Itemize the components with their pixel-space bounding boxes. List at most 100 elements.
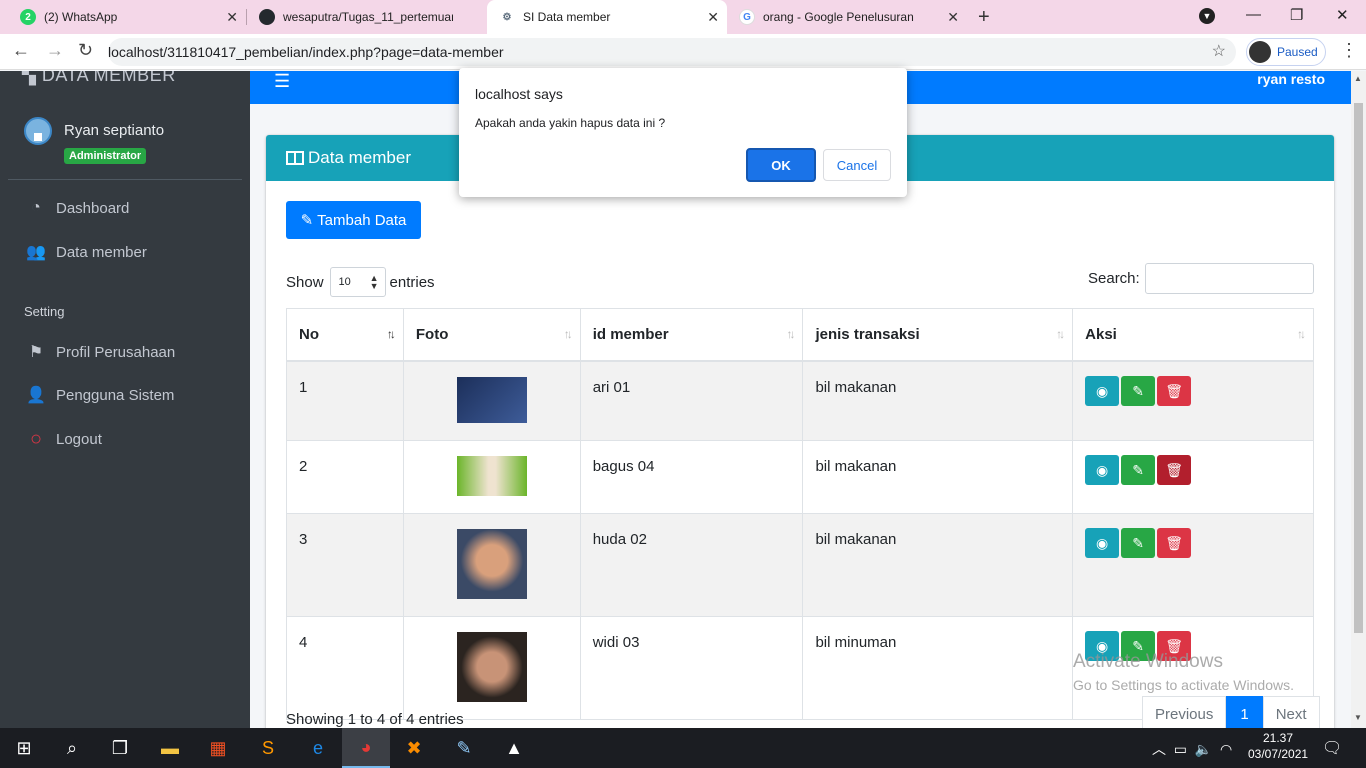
chrome-icon[interactable]: ◕	[342, 728, 390, 768]
member-photo[interactable]	[456, 456, 527, 496]
edit-button[interactable]: ✎	[1121, 528, 1156, 558]
wifi-icon[interactable]: ◠	[1220, 741, 1232, 757]
clock-time: 21.37	[1262, 731, 1294, 745]
column-header-foto[interactable]: Foto ↑↓	[402, 308, 581, 362]
view-button[interactable]: ◉	[1085, 376, 1120, 406]
column-header-id-member[interactable]: id member ↑↓	[579, 308, 804, 362]
store-icon[interactable]: ▦	[194, 728, 242, 768]
xampp-icon[interactable]: ✖	[390, 728, 438, 768]
sort-icon: ↑↓	[563, 327, 573, 341]
minimize-icon[interactable]: —	[1246, 6, 1261, 23]
address-bar[interactable]: i localhost/311810417_pembelian/index.ph…	[108, 38, 1236, 630]
brand[interactable]: ▚ DATA MEMBER	[22, 71, 176, 86]
chevron-up-icon[interactable]: ︿	[1152, 741, 1166, 757]
page-scrollbar[interactable]: ▲ ▼	[1351, 71, 1366, 728]
reload-icon[interactable]: ↻	[78, 40, 93, 61]
battery-icon[interactable]: ▭	[1174, 741, 1187, 757]
close-tab-icon[interactable]: ✕	[947, 9, 959, 26]
member-photo[interactable]	[456, 377, 527, 423]
activate-windows-hint: Go to Settings to activate Windows.	[1073, 677, 1294, 693]
delete-button[interactable]: 🗑	[1157, 376, 1192, 406]
tab-google[interactable]: G orang - Google Penelusuran ✕	[727, 0, 967, 34]
column-header-no[interactable]: No ↑↓	[286, 308, 404, 362]
table-row: 1 ari 01 bil makanan ◉ ✎ 🗑	[286, 360, 1314, 441]
column-header-jenis-transaksi[interactable]: jenis transaksi ↑↓	[802, 308, 1074, 362]
trash-icon: 🗑	[1165, 461, 1184, 478]
activate-windows-watermark: Activate Windows	[1073, 651, 1223, 672]
user-icon: 👤	[26, 387, 46, 404]
bookmark-star-icon[interactable]: ☆	[1212, 41, 1226, 61]
dashboard-icon: ◔	[31, 199, 41, 216]
table-icon	[286, 151, 304, 165]
sidebar-item-label: Dashboard	[56, 199, 130, 217]
entries-value: 10	[338, 276, 351, 288]
ok-button[interactable]: OK	[746, 148, 816, 182]
card-title: Data member	[308, 148, 411, 167]
scroll-up-icon[interactable]: ▲	[1354, 74, 1362, 83]
browser-toolbar: ← → ↻ i localhost/311810417_pembelian/in…	[0, 34, 1366, 630]
sublime-text-icon[interactable]: S	[244, 728, 292, 768]
member-photo[interactable]	[456, 529, 527, 599]
windows-start-icon[interactable]: ⊞	[0, 728, 48, 768]
photos-icon[interactable]: ▲	[490, 728, 538, 768]
sidebar-item-logout[interactable]: ○ Logout	[24, 428, 102, 451]
user-name[interactable]: Ryan septianto	[64, 122, 164, 139]
new-tab-button[interactable]: +	[978, 6, 990, 29]
scrollbar-thumb[interactable]	[1354, 103, 1363, 633]
edge-icon[interactable]: e	[294, 728, 342, 768]
tab-search-icon[interactable]: ▼	[1199, 8, 1215, 24]
table-row: 2 bagus 04 bil makanan ◉ ✎ 🗑	[286, 440, 1314, 514]
scroll-down-icon[interactable]: ▼	[1354, 713, 1362, 722]
hamburger-menu-icon[interactable]: ☰	[274, 71, 290, 92]
profile-button[interactable]: Paused	[1246, 38, 1326, 66]
column-header-aksi[interactable]: Aksi ↑↓	[1072, 308, 1314, 362]
system-tray[interactable]: ︿ ▭ 🔈 ◠	[1152, 739, 1232, 759]
search-icon[interactable]: ⌕	[48, 728, 96, 768]
taskbar-clock[interactable]: 21.37 03/07/2021	[1248, 730, 1308, 762]
sidebar-item-pengguna-sistem[interactable]: 👤 Pengguna Sistem	[24, 385, 174, 405]
paint-icon[interactable]: ✎	[440, 728, 488, 768]
sidebar-item-dashboard[interactable]: ◔ Dashboard	[24, 199, 129, 217]
view-button[interactable]: ◉	[1085, 455, 1120, 485]
cell-aksi: ◉ ✎ 🗑	[1072, 513, 1314, 617]
restore-icon[interactable]: ❐	[1290, 6, 1303, 24]
back-icon[interactable]: ←	[12, 40, 30, 61]
close-tab-icon[interactable]: ✕	[707, 9, 719, 26]
forward-icon[interactable]: →	[46, 40, 64, 61]
task-view-icon[interactable]: ❐	[96, 728, 144, 768]
close-window-icon[interactable]: ✕	[1336, 6, 1349, 24]
users-icon: 👥	[26, 244, 46, 261]
edit-icon: ✎	[300, 212, 314, 229]
tambah-data-button[interactable]: ✎ Tambah Data	[286, 201, 421, 239]
search-input[interactable]	[1145, 263, 1314, 294]
menu-kebab-icon[interactable]: ⋮	[1340, 40, 1358, 61]
close-tab-icon[interactable]: ✕	[226, 9, 238, 26]
sidebar-item-data-member[interactable]: 👥 Data member	[24, 242, 147, 262]
view-button[interactable]: ◉	[1085, 528, 1120, 558]
edit-button[interactable]: ✎	[1121, 376, 1156, 406]
cell-id-member: ari 01	[579, 360, 804, 441]
entries-select[interactable]: 10 ▲ ▼	[329, 267, 386, 297]
delete-button[interactable]: 🗑	[1157, 528, 1192, 558]
previous-button[interactable]: Previous	[1142, 696, 1227, 728]
tab-whatsapp[interactable]: 2 (2) WhatsApp ✕	[0, 0, 246, 34]
next-button[interactable]: Next	[1262, 696, 1320, 728]
notification-icon[interactable]: 🗨	[1322, 738, 1342, 758]
tab-github[interactable]: wesaputra/Tugas_11_pertemuan_	[247, 0, 487, 34]
volume-icon[interactable]: 🔈	[1195, 741, 1212, 757]
browser-tabstrip: 2 (2) WhatsApp ✕ wesaputra/Tugas_11_pert…	[0, 0, 1366, 34]
search-label: Search:	[1088, 270, 1140, 287]
entries-label: entries	[389, 273, 435, 291]
tab-si-data-member[interactable]: ⚙ SI Data member ✕	[487, 0, 727, 34]
member-photo[interactable]	[456, 632, 527, 702]
site-favicon-icon: ⚙	[499, 9, 515, 25]
sidebar-item-profil-perusahaan[interactable]: ⚑ Profil Perusahaan	[24, 342, 175, 362]
github-icon	[259, 9, 275, 25]
column-label: jenis transaksi	[815, 326, 920, 343]
cancel-button[interactable]: Cancel	[823, 149, 891, 181]
edit-button[interactable]: ✎	[1121, 455, 1156, 485]
delete-button[interactable]: 🗑	[1157, 455, 1192, 485]
sidebar-item-label: Data member	[56, 243, 147, 261]
page-1-button[interactable]: 1	[1226, 696, 1263, 728]
file-explorer-icon[interactable]: ▬	[146, 728, 194, 768]
